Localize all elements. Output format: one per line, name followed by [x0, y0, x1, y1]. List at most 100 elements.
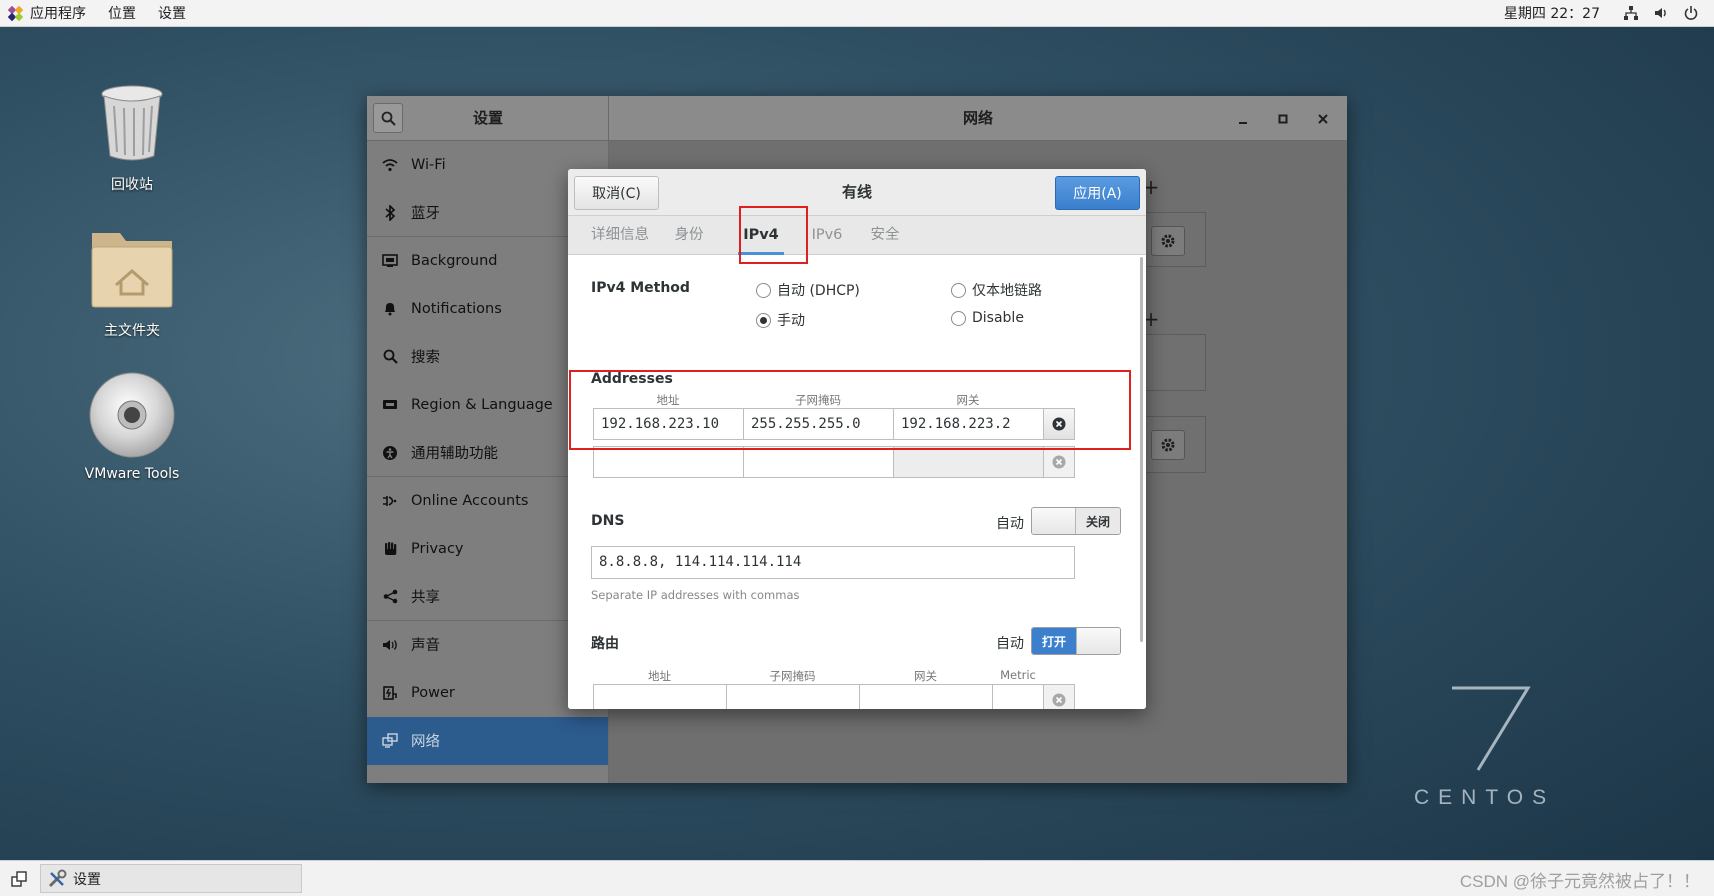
network-status-icon[interactable] [1622, 4, 1640, 22]
method-link-local-radio[interactable]: 仅本地链路 [951, 280, 1042, 300]
radio-label: 仅本地链路 [972, 283, 1042, 299]
settings-search-button[interactable] [373, 103, 403, 133]
tab-ipv4[interactable]: IPv4 [732, 216, 790, 255]
sidebar-item-label: 蓝牙 [411, 206, 440, 222]
route-address-header: 地址 [648, 669, 671, 683]
method-disable-radio[interactable]: Disable [951, 310, 1024, 326]
gear-icon [1161, 234, 1175, 248]
ipv4-settings-content: IPv4 Method 自动 (DHCP) 仅本地链路 手动 Disable A… [568, 255, 1146, 709]
settings-header-bar: 设置 网络 [367, 96, 1347, 141]
taskbar-item-label: 设置 [73, 871, 101, 888]
delete-address-button-disabled[interactable] [1043, 446, 1075, 478]
netmask-input-empty[interactable] [743, 446, 894, 478]
accessibility-icon [381, 444, 399, 462]
settings-menu[interactable]: 设置 [147, 0, 197, 26]
address-input-empty[interactable] [593, 446, 744, 478]
sidebar-item-label: Background [411, 252, 498, 269]
content-scrollbar[interactable] [1140, 257, 1143, 642]
route-gateway-header: 网关 [914, 669, 937, 683]
search-icon [381, 348, 399, 366]
dialog-tabs: 详细信息 身份 IPv4 IPv6 安全 [568, 216, 1146, 255]
dns-hint: Separate IP addresses with commas [591, 588, 800, 602]
bottom-taskbar: 设置 CSDN @徐子元竟然被占了！！ [0, 860, 1714, 896]
toggle-state-label: 关闭 [1076, 508, 1120, 534]
desktop-home-folder[interactable]: 主文件夹 [67, 224, 197, 340]
address-input[interactable]: 192.168.223.10 [593, 408, 744, 440]
desktop-trash[interactable]: 回收站 [67, 78, 197, 194]
show-desktop-icon[interactable] [8, 868, 30, 890]
wired-settings-gear-button[interactable] [1151, 226, 1185, 256]
close-button[interactable] [1310, 106, 1336, 132]
sidebar-item-label: 共享 [411, 590, 440, 606]
sidebar-item-network[interactable]: 网络 [367, 717, 608, 765]
sidebar-item-label: 声音 [411, 638, 440, 654]
cancel-button[interactable]: 取消(C) [574, 176, 659, 210]
sidebar-item-label: 搜索 [411, 350, 440, 366]
wired-connection-dialog: 取消(C) 有线 应用(A) 详细信息 身份 IPv4 IPv6 安全 IPv4… [568, 169, 1146, 709]
minimize-button[interactable] [1230, 106, 1256, 132]
routes-auto-toggle[interactable]: 打开 [1031, 627, 1121, 655]
search-icon [381, 111, 396, 126]
route-netmask-input[interactable] [726, 684, 860, 709]
gateway-column-header: 网关 [956, 393, 980, 407]
delete-route-button[interactable] [1043, 684, 1075, 709]
netmask-column-header: 子网掩码 [795, 393, 841, 407]
tab-ipv6[interactable]: IPv6 [804, 216, 850, 255]
route-address-input[interactable] [593, 684, 727, 709]
addresses-label: Addresses [591, 371, 673, 387]
dns-auto-toggle[interactable]: 关闭 [1031, 507, 1121, 535]
desktop-vmware-tools[interactable]: VMware Tools [67, 370, 197, 482]
power-icon [381, 684, 399, 702]
power-menu-icon[interactable] [1682, 4, 1700, 22]
method-manual-radio[interactable]: 手动 [756, 310, 805, 330]
netmask-input[interactable]: 255.255.255.0 [743, 408, 894, 440]
places-menu[interactable]: 位置 [97, 0, 147, 26]
sidebar-item-label: Region & Language [411, 396, 553, 413]
radio-label: 手动 [777, 313, 805, 329]
radio-circle [951, 282, 966, 298]
close-icon [1318, 114, 1328, 124]
settings-tools-icon [47, 869, 67, 889]
maximize-icon [1278, 114, 1288, 124]
gateway-input[interactable]: 192.168.223.2 [893, 408, 1044, 440]
taskbar-settings-item[interactable]: 设置 [40, 864, 302, 893]
proxy-settings-gear-button[interactable] [1151, 430, 1185, 460]
dns-servers-input[interactable]: 8.8.8.8, 114.114.114.114 [591, 546, 1075, 579]
disc-icon [87, 370, 177, 460]
gear-icon [1161, 438, 1175, 452]
trash-icon [87, 78, 177, 168]
tab-identity[interactable]: 身份 [668, 216, 710, 255]
address-column-header: 地址 [656, 393, 680, 407]
delete-address-button[interactable] [1043, 408, 1075, 440]
gateway-input-empty[interactable] [893, 446, 1044, 478]
folder-home-icon [87, 224, 177, 314]
csdn-watermark: CSDN @徐子元竟然被占了！！ [1459, 872, 1700, 891]
toggle-state-label: 打开 [1032, 628, 1076, 654]
bell-icon [381, 300, 399, 318]
sidebar-item-label: Wi-Fi [411, 156, 446, 173]
top-bar: 应用程序 位置 设置 星期四 22：27 [0, 0, 1714, 27]
route-metric-input[interactable] [992, 684, 1044, 709]
tab-details[interactable]: 详细信息 [586, 216, 654, 255]
dns-auto-label: 自动 [996, 516, 1024, 532]
radio-label: 自动 (DHCP) [777, 283, 860, 299]
share-icon [381, 588, 399, 606]
delete-circle-icon [1052, 417, 1066, 431]
clock[interactable]: 星期四 22：27 [1504, 3, 1600, 23]
background-icon [381, 252, 399, 270]
radio-circle [951, 310, 966, 326]
centos-wordmark: CENTOS [1414, 786, 1556, 809]
centos-seven-logo [1452, 686, 1531, 771]
method-auto-dhcp-radio[interactable]: 自动 (DHCP) [756, 280, 860, 300]
tab-security[interactable]: 安全 [864, 216, 906, 255]
route-gateway-input[interactable] [859, 684, 993, 709]
maximize-button[interactable] [1270, 106, 1296, 132]
volume-icon[interactable] [1652, 4, 1670, 22]
region-icon [381, 396, 399, 414]
sidebar-item-label: Notifications [411, 300, 502, 317]
sidebar-item-label: Privacy [411, 540, 464, 557]
apply-button[interactable]: 应用(A) [1055, 176, 1140, 210]
applications-menu[interactable]: 应用程序 [19, 0, 97, 26]
dialog-header: 取消(C) 有线 应用(A) [568, 169, 1146, 216]
trash-label: 回收站 [111, 177, 153, 193]
